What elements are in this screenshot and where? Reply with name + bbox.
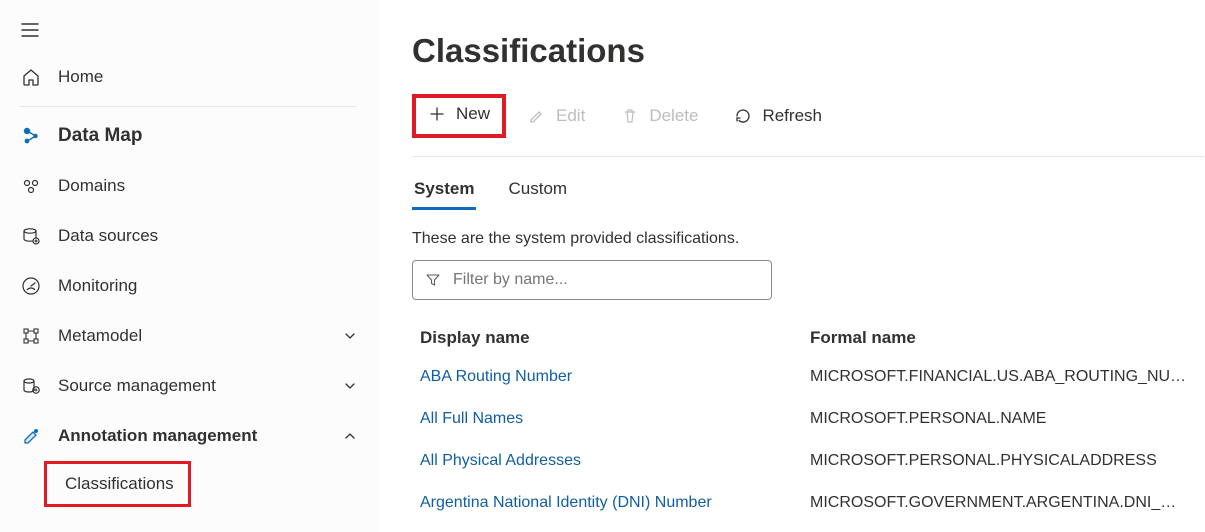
table-row: Argentina National Identity (DNI) Number…	[412, 482, 1205, 524]
domains-icon	[20, 175, 42, 197]
row-display-link[interactable]: All Physical Addresses	[412, 452, 810, 470]
metamodel-label: Metamodel	[58, 326, 343, 346]
refresh-button[interactable]: Refresh	[720, 98, 836, 134]
menu-icon[interactable]	[20, 20, 40, 45]
datasources-label: Data sources	[58, 226, 357, 246]
filter-input-wrap[interactable]	[412, 260, 772, 300]
col-display[interactable]: Display name	[412, 328, 810, 348]
sidebar: Home Data Map Domains Data sources	[0, 0, 378, 532]
sidebar-item-datasources[interactable]: Data sources	[0, 211, 377, 261]
tab-system[interactable]: System	[412, 171, 476, 210]
annotation-label: Annotation management	[58, 426, 343, 446]
row-formal: MICROSOFT.PERSONAL.PHYSICALADDRESS	[810, 452, 1205, 470]
delete-button: Delete	[607, 98, 712, 134]
domains-label: Domains	[58, 176, 357, 196]
home-label: Home	[58, 67, 357, 87]
edit-label: Edit	[556, 106, 585, 126]
metamodel-icon	[20, 325, 42, 347]
edit-button: Edit	[514, 98, 599, 134]
new-label: New	[456, 104, 490, 124]
row-formal: MICROSOFT.PERSONAL.NAME	[810, 410, 1205, 428]
row-formal: MICROSOFT.GOVERNMENT.ARGENTINA.DNI_…	[810, 494, 1205, 512]
row-formal: MICROSOFT.FINANCIAL.US.ABA_ROUTING_NU…	[810, 368, 1205, 386]
table-row: All Full Names MICROSOFT.PERSONAL.NAME	[412, 398, 1205, 440]
annotation-icon	[20, 425, 42, 447]
sidebar-item-home[interactable]: Home	[0, 52, 377, 102]
sidebar-item-monitoring[interactable]: Monitoring	[0, 261, 377, 311]
tabs: System Custom	[412, 171, 1205, 210]
row-display-link[interactable]: Argentina National Identity (DNI) Number	[412, 494, 810, 512]
chevron-up-icon	[343, 429, 357, 443]
tab-custom[interactable]: Custom	[506, 171, 569, 210]
chevron-down-icon	[343, 379, 357, 393]
edit-icon	[528, 107, 546, 125]
row-display-link[interactable]: All Full Names	[412, 410, 810, 428]
datasources-icon	[20, 225, 42, 247]
chevron-down-icon	[343, 329, 357, 343]
highlight-new: New	[412, 94, 506, 138]
filter-input[interactable]	[453, 271, 759, 289]
helper-text: These are the system provided classifica…	[412, 230, 1205, 248]
toolbar: New Edit Delete Refresh	[412, 94, 1204, 157]
refresh-label: Refresh	[762, 106, 822, 126]
refresh-icon	[734, 107, 752, 125]
table-header: Display name Formal name	[412, 320, 1205, 356]
main-content: Classifications New Edit Delete	[378, 0, 1205, 532]
plus-icon	[428, 105, 446, 123]
classifications-label: Classifications	[57, 474, 174, 494]
monitoring-icon	[20, 275, 42, 297]
sidebar-item-domains[interactable]: Domains	[0, 161, 377, 211]
delete-label: Delete	[649, 106, 698, 126]
table-row: ABA Routing Number MICROSOFT.FINANCIAL.U…	[412, 356, 1205, 398]
sourcemgmt-icon	[20, 375, 42, 397]
monitoring-label: Monitoring	[58, 276, 357, 296]
sidebar-item-sourcemgmt[interactable]: Source management	[0, 361, 377, 411]
row-display-link[interactable]: ABA Routing Number	[412, 368, 810, 386]
table-row: All Physical Addresses MICROSOFT.PERSONA…	[412, 440, 1205, 482]
highlight-classifications: Classifications	[44, 461, 191, 507]
datamap-icon	[20, 125, 42, 147]
datamap-label: Data Map	[58, 125, 357, 147]
sidebar-subitem-classifications[interactable]: Classifications	[0, 461, 377, 507]
delete-icon	[621, 107, 639, 125]
sourcemgmt-label: Source management	[58, 376, 343, 396]
page-title: Classifications	[412, 32, 1205, 70]
new-button[interactable]: New	[428, 104, 490, 124]
sidebar-item-metamodel[interactable]: Metamodel	[0, 311, 377, 361]
home-icon	[20, 66, 42, 88]
filter-icon	[425, 272, 441, 288]
sidebar-item-annotationmgmt[interactable]: Annotation management	[0, 411, 377, 461]
col-formal[interactable]: Formal name	[810, 328, 1205, 348]
sidebar-divider	[20, 106, 357, 107]
sidebar-section-datamap[interactable]: Data Map	[0, 111, 377, 161]
